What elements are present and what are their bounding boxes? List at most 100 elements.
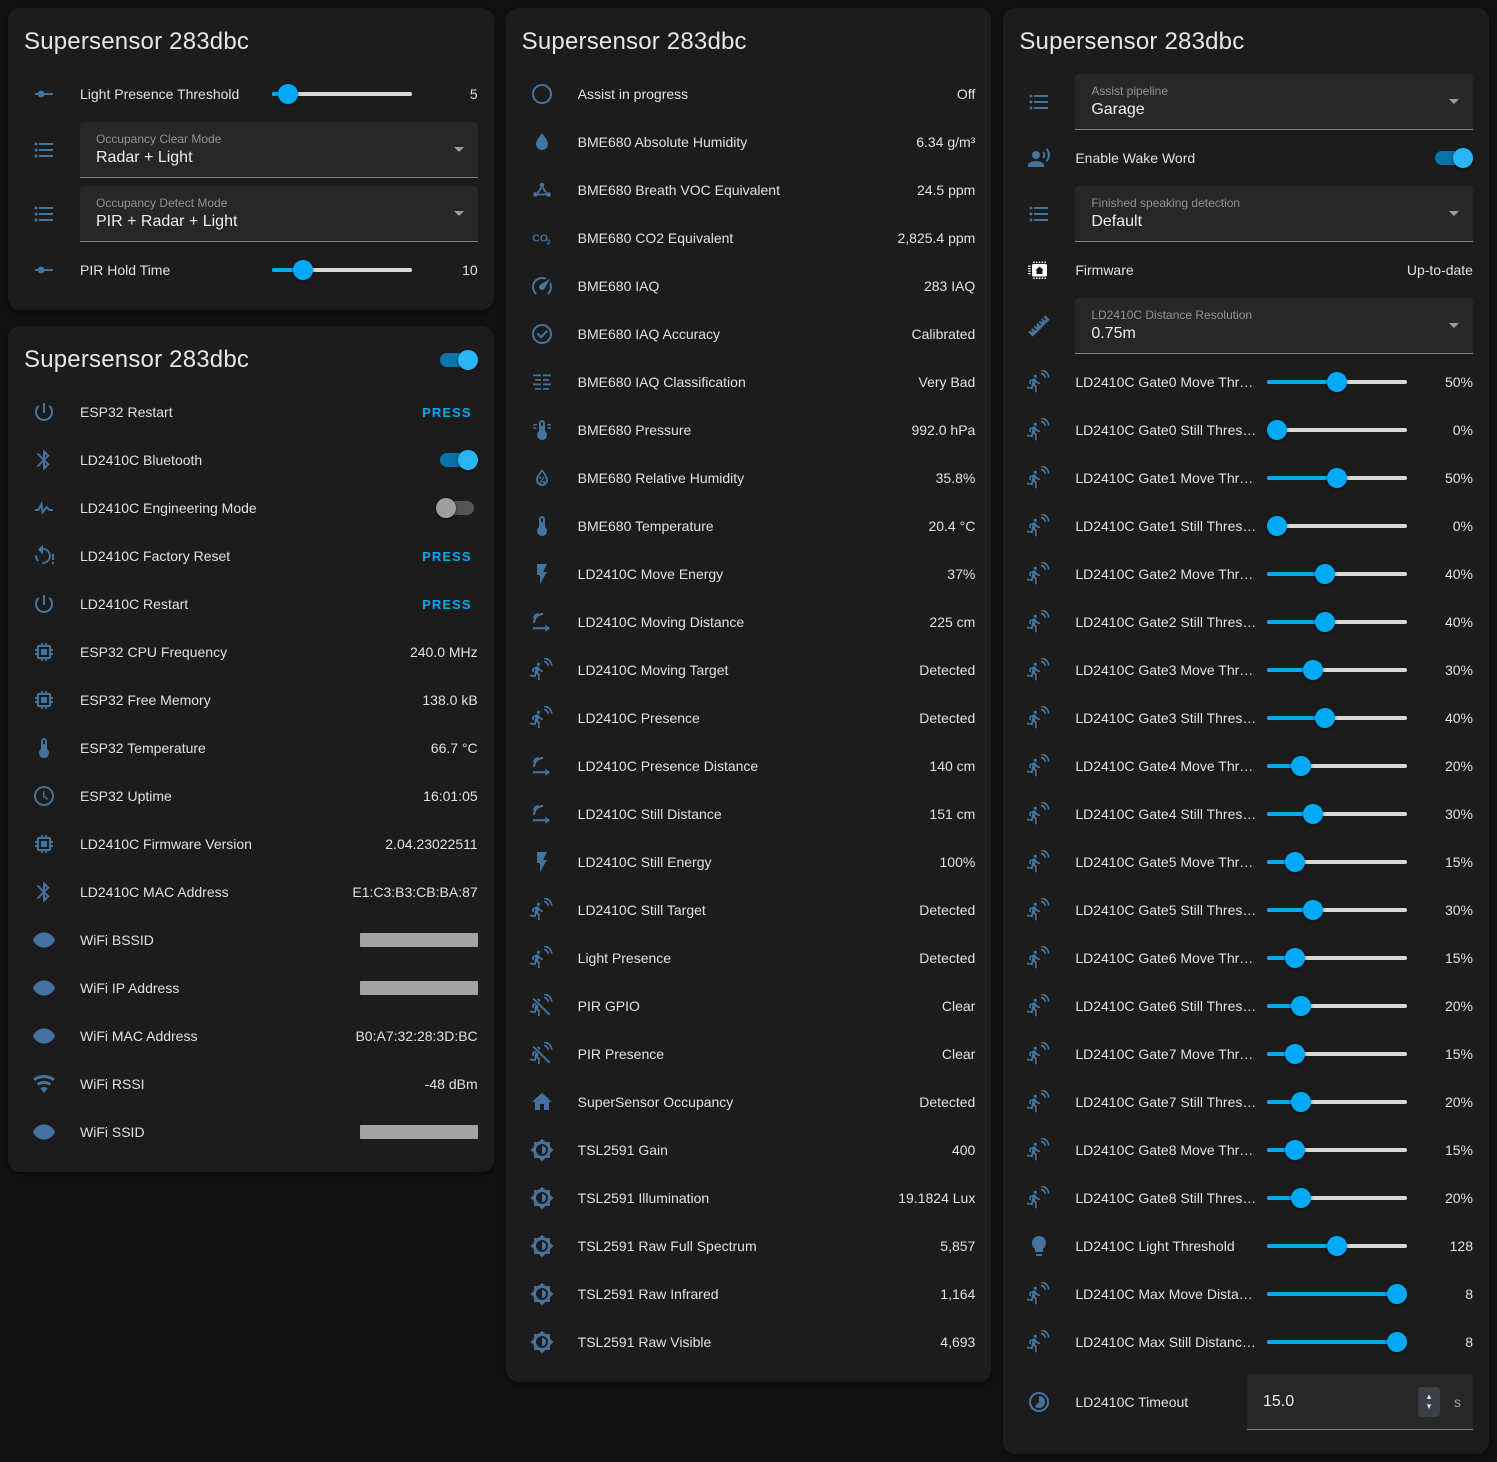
row-bme680-breath-voc-equivalent[interactable]: BME680 Breath VOC Equivalent24.5 ppm [522, 166, 976, 214]
row-ld2410c-firmware-version[interactable]: LD2410C Firmware Version2.04.23022511 [24, 820, 478, 868]
ld2410c-gate5-move-thr-slider[interactable] [1267, 852, 1407, 872]
row-esp32-restart[interactable]: ESP32 RestartPRESS [24, 388, 478, 436]
ld2410c-gate3-still-thres-slider[interactable] [1267, 708, 1407, 728]
ld2410c-gate2-still-thres-slider[interactable] [1267, 612, 1407, 632]
row-bme680-iaq-classification[interactable]: BME680 IAQ ClassificationVery Bad [522, 358, 976, 406]
row-wifi-rssi[interactable]: WiFi RSSI-48 dBm [24, 1060, 478, 1108]
row-wifi-bssid[interactable]: WiFi BSSID [24, 916, 478, 964]
row-enable-wake-word[interactable]: Enable Wake Word [1019, 134, 1473, 182]
row-ld2410c-factory-reset[interactable]: LD2410C Factory ResetPRESS [24, 532, 478, 580]
ld2410c-gate7-move-thr-slider[interactable] [1267, 1044, 1407, 1064]
row-ld2410c-still-energy[interactable]: LD2410C Still Energy100% [522, 838, 976, 886]
row-pir-gpio[interactable]: PIR GPIOClear [522, 982, 976, 1030]
ld2410c-bluetooth-switch[interactable] [436, 448, 478, 472]
row-ld2410c-gate2-still-thres[interactable]: LD2410C Gate2 Still Thres…40% [1019, 598, 1473, 646]
row-ld2410c-moving-distance[interactable]: LD2410C Moving Distance225 cm [522, 598, 976, 646]
ld2410c-gate6-move-thr-slider[interactable] [1267, 948, 1407, 968]
row-tsl2591-illumination[interactable]: TSL2591 Illumination19.1824 Lux [522, 1174, 976, 1222]
row-ld2410c-moving-target[interactable]: LD2410C Moving TargetDetected [522, 646, 976, 694]
row-ld2410c-gate6-still-thres[interactable]: LD2410C Gate6 Still Thres…20% [1019, 982, 1473, 1030]
row-ld2410c-gate1-move-thr[interactable]: LD2410C Gate1 Move Thr…50% [1019, 454, 1473, 502]
row-pir-presence[interactable]: PIR PresenceClear [522, 1030, 976, 1078]
row-ld2410c-gate8-still-thres[interactable]: LD2410C Gate8 Still Thres…20% [1019, 1174, 1473, 1222]
ld2410c-gate1-still-thres-slider[interactable] [1267, 516, 1407, 536]
row-ld2410c-gate3-move-thr[interactable]: LD2410C Gate3 Move Thr…30% [1019, 646, 1473, 694]
ld2410c-distance-resolution-select[interactable]: LD2410C Distance Resolution0.75m [1075, 298, 1473, 354]
row-ld2410c-light-threshold[interactable]: LD2410C Light Threshold128 [1019, 1222, 1473, 1270]
row-ld2410c-restart[interactable]: LD2410C RestartPRESS [24, 580, 478, 628]
row-bme680-relative-humidity[interactable]: BME680 Relative Humidity35.8% [522, 454, 976, 502]
row-firmware[interactable]: FirmwareUp-to-date [1019, 246, 1473, 294]
enable-wake-word-switch[interactable] [1431, 146, 1473, 170]
ld2410c-gate7-still-thres-slider[interactable] [1267, 1092, 1407, 1112]
row-ld2410c-presence[interactable]: LD2410C PresenceDetected [522, 694, 976, 742]
row-finished-speaking-detection[interactable]: Finished speaking detectionDefault [1019, 182, 1473, 246]
row-ld2410c-max-still-distanc[interactable]: LD2410C Max Still Distanc…8 [1019, 1318, 1473, 1366]
row-bme680-pressure[interactable]: BME680 Pressure992.0 hPa [522, 406, 976, 454]
row-supersensor-occupancy[interactable]: SuperSensor OccupancyDetected [522, 1078, 976, 1126]
row-ld2410c-gate4-still-thres[interactable]: LD2410C Gate4 Still Thres…30% [1019, 790, 1473, 838]
row-ld2410c-gate8-move-thr[interactable]: LD2410C Gate8 Move Thr…15% [1019, 1126, 1473, 1174]
row-tsl2591-raw-full-spectrum[interactable]: TSL2591 Raw Full Spectrum5,857 [522, 1222, 976, 1270]
ld2410c-engineering-mode-switch[interactable] [436, 496, 478, 520]
row-ld2410c-gate0-move-thr[interactable]: LD2410C Gate0 Move Thr…50% [1019, 358, 1473, 406]
row-occupancy-clear-mode[interactable]: Occupancy Clear ModeRadar + Light [24, 118, 478, 182]
row-assist-in-progress[interactable]: Assist in progressOff [522, 70, 976, 118]
finished-speaking-detection-select[interactable]: Finished speaking detectionDefault [1075, 186, 1473, 242]
ld2410c-gate3-move-thr-slider[interactable] [1267, 660, 1407, 680]
row-ld2410c-gate5-move-thr[interactable]: LD2410C Gate5 Move Thr…15% [1019, 838, 1473, 886]
row-esp32-uptime[interactable]: ESP32 Uptime16:01:05 [24, 772, 478, 820]
occupancy-detect-mode-select[interactable]: Occupancy Detect ModePIR + Radar + Light [80, 186, 478, 242]
pir-hold-time-slider[interactable] [272, 260, 412, 280]
row-ld2410c-gate1-still-thres[interactable]: LD2410C Gate1 Still Thres…0% [1019, 502, 1473, 550]
row-bme680-temperature[interactable]: BME680 Temperature20.4 °C [522, 502, 976, 550]
ld2410c-gate2-move-thr-slider[interactable] [1267, 564, 1407, 584]
row-ld2410c-gate0-still-thres[interactable]: LD2410C Gate0 Still Thres…0% [1019, 406, 1473, 454]
row-esp32-temperature[interactable]: ESP32 Temperature66.7 °C [24, 724, 478, 772]
row-ld2410c-gate5-still-thres[interactable]: LD2410C Gate5 Still Thres…30% [1019, 886, 1473, 934]
row-ld2410c-still-target[interactable]: LD2410C Still TargetDetected [522, 886, 976, 934]
row-esp32-cpu-frequency[interactable]: ESP32 CPU Frequency240.0 MHz [24, 628, 478, 676]
row-occupancy-detect-mode[interactable]: Occupancy Detect ModePIR + Radar + Light [24, 182, 478, 246]
number-stepper[interactable]: ▴▾ [1418, 1387, 1440, 1417]
row-tsl2591-raw-infrared[interactable]: TSL2591 Raw Infrared1,164 [522, 1270, 976, 1318]
row-ld2410c-engineering-mode[interactable]: LD2410C Engineering Mode [24, 484, 478, 532]
row-assist-pipeline[interactable]: Assist pipelineGarage [1019, 70, 1473, 134]
ld2410c-max-still-distanc-slider[interactable] [1267, 1332, 1407, 1352]
light-presence-threshold-slider[interactable] [272, 84, 412, 104]
card-toggle[interactable] [436, 348, 478, 372]
row-bme680-iaq-accuracy[interactable]: BME680 IAQ AccuracyCalibrated [522, 310, 976, 358]
ld2410c-gate8-still-thres-slider[interactable] [1267, 1188, 1407, 1208]
ld2410c-gate8-move-thr-slider[interactable] [1267, 1140, 1407, 1160]
row-pir-hold-time[interactable]: PIR Hold Time10 [24, 246, 478, 294]
row-wifi-ip-address[interactable]: WiFi IP Address [24, 964, 478, 1012]
row-ld2410c-gate4-move-thr[interactable]: LD2410C Gate4 Move Thr…20% [1019, 742, 1473, 790]
ld2410c-factory-reset-press-button[interactable]: PRESS [416, 549, 478, 564]
ld2410c-gate6-still-thres-slider[interactable] [1267, 996, 1407, 1016]
ld2410c-timeout-number-input[interactable]: 15.0▴▾s [1247, 1374, 1473, 1430]
row-bme680-co2-equivalent[interactable]: CO2BME680 CO2 Equivalent2,825.4 ppm [522, 214, 976, 262]
row-ld2410c-gate7-move-thr[interactable]: LD2410C Gate7 Move Thr…15% [1019, 1030, 1473, 1078]
ld2410c-gate4-move-thr-slider[interactable] [1267, 756, 1407, 776]
ld2410c-gate0-still-thres-slider[interactable] [1267, 420, 1407, 440]
row-tsl2591-gain[interactable]: TSL2591 Gain400 [522, 1126, 976, 1174]
assist-pipeline-select[interactable]: Assist pipelineGarage [1075, 74, 1473, 130]
ld2410c-light-threshold-slider[interactable] [1267, 1236, 1407, 1256]
row-ld2410c-gate3-still-thres[interactable]: LD2410C Gate3 Still Thres…40% [1019, 694, 1473, 742]
row-esp32-free-memory[interactable]: ESP32 Free Memory138.0 kB [24, 676, 478, 724]
stepper-down-icon[interactable]: ▾ [1427, 1402, 1432, 1412]
row-ld2410c-move-energy[interactable]: LD2410C Move Energy37% [522, 550, 976, 598]
row-bme680-absolute-humidity[interactable]: BME680 Absolute Humidity6.34 g/m³ [522, 118, 976, 166]
ld2410c-restart-press-button[interactable]: PRESS [416, 597, 478, 612]
ld2410c-max-move-dista-slider[interactable] [1267, 1284, 1407, 1304]
row-light-presence-threshold[interactable]: Light Presence Threshold5 [24, 70, 478, 118]
row-wifi-mac-address[interactable]: WiFi MAC AddressB0:A7:32:28:3D:BC [24, 1012, 478, 1060]
row-ld2410c-distance-resolution[interactable]: LD2410C Distance Resolution0.75m [1019, 294, 1473, 358]
row-tsl2591-raw-visible[interactable]: TSL2591 Raw Visible4,693 [522, 1318, 976, 1366]
row-ld2410c-presence-distance[interactable]: LD2410C Presence Distance140 cm [522, 742, 976, 790]
row-ld2410c-mac-address[interactable]: LD2410C MAC AddressE1:C3:B3:CB:BA:87 [24, 868, 478, 916]
ld2410c-gate5-still-thres-slider[interactable] [1267, 900, 1407, 920]
occupancy-clear-mode-select[interactable]: Occupancy Clear ModeRadar + Light [80, 122, 478, 178]
esp32-restart-press-button[interactable]: PRESS [416, 405, 478, 420]
row-ld2410c-still-distance[interactable]: LD2410C Still Distance151 cm [522, 790, 976, 838]
